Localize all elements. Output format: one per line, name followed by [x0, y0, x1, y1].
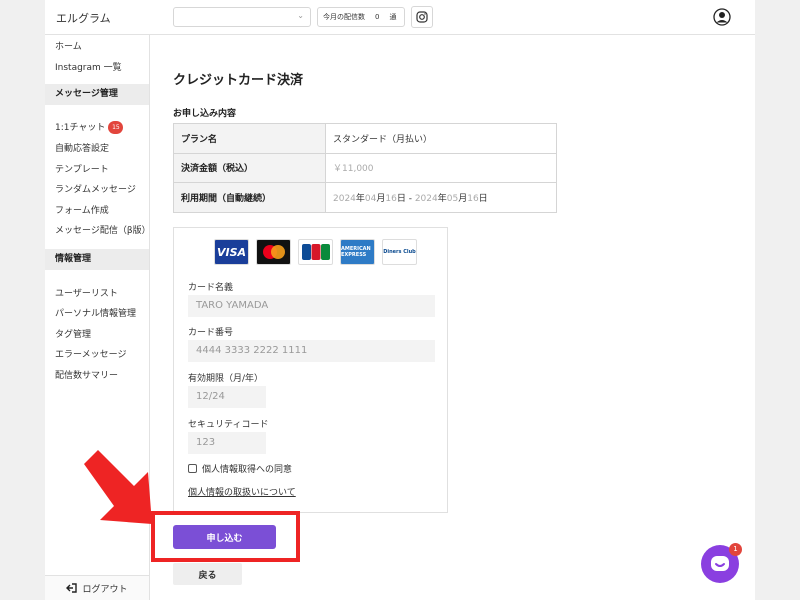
chat-bubble-icon: [711, 556, 729, 571]
sidebar-item-auto-reply[interactable]: 自動応答設定: [55, 141, 109, 154]
card-name-input[interactable]: TARO YAMADA: [188, 295, 435, 317]
period-start-year: 2024: [333, 193, 356, 204]
sidebar-item-instagram-list[interactable]: Instagram 一覧: [55, 60, 122, 73]
logout-icon: [66, 583, 78, 593]
privacy-policy-link[interactable]: 個人情報の取扱いについて: [188, 485, 296, 498]
pointer-arrow-icon: [84, 450, 152, 524]
sidebar-item-error-message[interactable]: エラーメッセージ: [55, 347, 126, 360]
instagram-icon: [416, 11, 428, 23]
sidebar-item-label: 1:1チャット: [55, 123, 106, 133]
row-value-period: 2024年04月16日 - 2024年05月16日: [325, 182, 557, 213]
sidebar-item-user-list[interactable]: ユーザーリスト: [55, 286, 118, 299]
row-value-plan: スタンダード（月払い）: [325, 123, 557, 154]
card-name-label: カード名義: [188, 283, 234, 293]
app-logo[interactable]: エルグラム: [56, 10, 111, 26]
row-label-period: 利用期間（自動継続）: [173, 182, 326, 213]
period-day-unit: 日 -: [396, 193, 415, 204]
chevron-down-icon: ⌄: [297, 11, 304, 20]
mastercard-icon: [262, 245, 285, 259]
sidebar-item-home[interactable]: ホーム: [55, 39, 82, 52]
monthly-count-box: 今月の配信数 0 通: [317, 7, 405, 27]
sidebar-item-chat[interactable]: 1:1チャット 15: [55, 120, 124, 134]
user-account-icon[interactable]: [713, 8, 731, 26]
consent-label: 個人情報取得への同意: [202, 465, 293, 475]
monthly-count-value: 0: [375, 13, 380, 21]
jcb-logo: [298, 239, 333, 265]
period-start-day: 16: [385, 193, 397, 204]
chat-notification-badge: 1: [729, 543, 742, 556]
sidebar-section-info: 情報管理: [45, 249, 149, 270]
table-row: 決済金額（税込） ￥11,000: [173, 152, 557, 183]
monthly-count-unit: 通: [389, 13, 397, 21]
expiry-label: 有効期限（月/年）: [188, 374, 264, 384]
sidebar-item-personal-info[interactable]: パーソナル情報管理: [55, 306, 136, 319]
period-month-unit: 月: [458, 193, 468, 204]
card-brands: VISA AMERICAN EXPRESS Diners Club: [214, 239, 417, 265]
sidebar-item-random-message[interactable]: ランダムメッセージ: [55, 182, 136, 195]
row-value-amount: ￥11,000: [325, 152, 557, 183]
row-label-plan: プラン名: [173, 123, 326, 154]
page-title: クレジットカード決済: [173, 73, 304, 88]
amex-logo: AMERICAN EXPRESS: [340, 239, 375, 265]
sidebar-section-message: メッセージ管理: [45, 84, 149, 105]
mastercard-logo: [256, 239, 291, 265]
period-year-unit: 年: [437, 193, 447, 204]
diners-logo: Diners Club: [382, 239, 417, 265]
section-title: お申し込み内容: [173, 109, 237, 119]
row-label-amount: 決済金額（税込）: [173, 152, 326, 183]
order-summary-table: プラン名 スタンダード（月払い） 決済金額（税込） ￥11,000 利用期間（自…: [173, 123, 557, 213]
card-number-input[interactable]: 4444 3333 2222 1111: [188, 340, 435, 362]
sidebar-item-tag[interactable]: タグ管理: [55, 327, 91, 340]
table-row: プラン名 スタンダード（月払い）: [173, 123, 557, 154]
table-row: 利用期間（自動継続） 2024年04月16日 - 2024年05月16日: [173, 182, 557, 213]
sidebar-item-template[interactable]: テンプレート: [55, 162, 109, 175]
account-select[interactable]: ⌄: [173, 7, 311, 27]
top-bar: エルグラム ⌄ 今月の配信数 0 通: [45, 0, 755, 35]
period-end-month: 05: [446, 193, 459, 204]
monthly-count-label: 今月の配信数: [323, 13, 365, 21]
period-year-unit: 年: [355, 193, 365, 204]
visa-logo: VISA: [214, 239, 249, 265]
instagram-button[interactable]: [411, 6, 433, 28]
sidebar-item-broadcast[interactable]: メッセージ配信（β版）: [55, 223, 151, 236]
consent-checkbox-row[interactable]: 個人情報取得への同意: [188, 462, 292, 475]
card-form: VISA AMERICAN EXPRESS Diners Club カード名義 …: [173, 227, 448, 513]
highlight-box: [151, 511, 300, 562]
cvc-input[interactable]: 123: [188, 432, 266, 454]
jcb-icon: [301, 244, 330, 260]
period-end-day: 16: [467, 193, 479, 204]
card-number-label: カード番号: [188, 328, 234, 338]
cvc-label: セキュリティコード: [188, 420, 269, 430]
back-button[interactable]: 戻る: [173, 563, 242, 585]
sidebar-item-summary[interactable]: 配信数サマリー: [55, 368, 118, 381]
sidebar-item-form[interactable]: フォーム作成: [55, 203, 109, 216]
period-end-year: 2024: [414, 193, 438, 204]
period-day-unit: 日: [478, 193, 488, 204]
expiry-input[interactable]: 12/24: [188, 386, 266, 408]
logout-label: ログアウト: [82, 584, 128, 595]
period-start-month: 04: [364, 193, 377, 204]
logout-button[interactable]: ログアウト: [45, 575, 149, 600]
consent-checkbox[interactable]: [188, 464, 197, 473]
chat-count-badge: 15: [108, 121, 124, 134]
